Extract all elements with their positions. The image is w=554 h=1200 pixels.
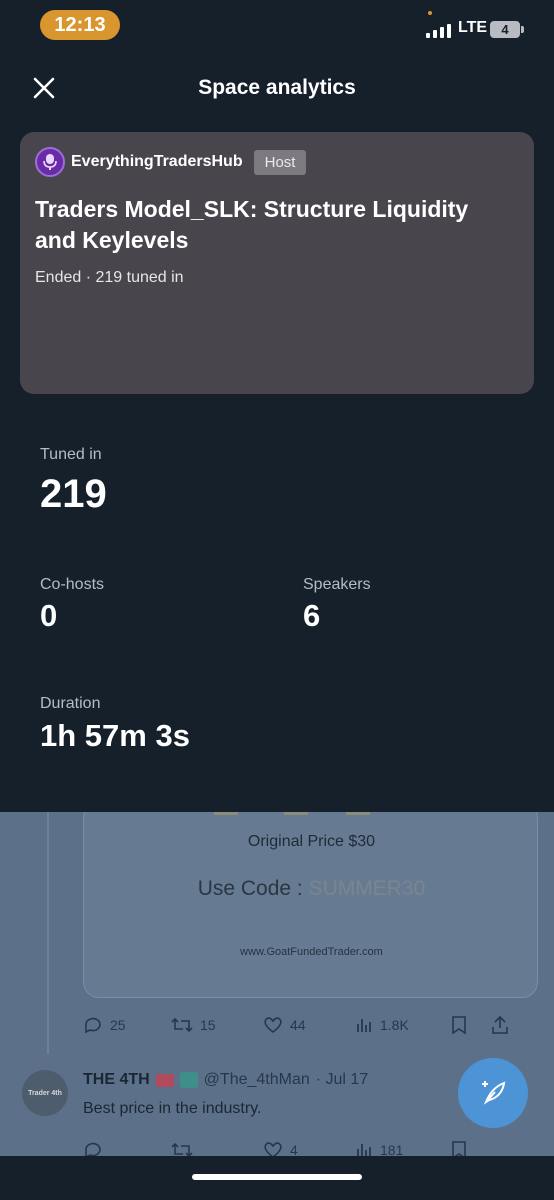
reply-button[interactable]: 25 — [83, 1015, 171, 1035]
battery-tip — [521, 26, 524, 33]
space-card[interactable]: EverythingTradersHub Host Traders Model_… — [20, 132, 534, 394]
mic-indicator-dot — [428, 11, 432, 15]
views-icon — [357, 1019, 371, 1032]
tweet-author-name[interactable]: THE 4TH — [83, 1071, 150, 1089]
cohosts-value: 0 — [40, 598, 58, 633]
retweet-count: 15 — [200, 1017, 216, 1033]
tweet-actions: 25 15 44 1.8K — [83, 1015, 533, 1035]
retweet-button[interactable]: 15 — [171, 1016, 263, 1034]
cohosts-label: Co-hosts — [40, 576, 105, 593]
promo-code-label: Use Code : — [197, 877, 303, 900]
page-title: Space analytics — [198, 76, 356, 99]
promo-graphic — [214, 812, 238, 815]
speakers-value: 6 — [303, 598, 321, 633]
tweet-header: THE 4TH @The_4thMan · Jul 17 — [83, 1071, 368, 1089]
promo-original-price: Original Price $30 — [247, 833, 376, 850]
signal-icon — [426, 22, 451, 38]
promo-url: www.GoatFundedTrader.com — [240, 946, 383, 958]
host-row: EverythingTradersHub Host — [35, 147, 307, 177]
promo-code-line: Use Code : SUMMER30 — [84, 877, 539, 901]
microphone-icon — [43, 154, 57, 170]
retweet-icon — [171, 1017, 193, 1033]
background-timeline: Original Price $30 Use Code : SUMMER30 w… — [0, 812, 554, 1200]
speakers-label: Speakers — [303, 576, 371, 593]
host-badge: Host — [253, 149, 307, 175]
battery-icon: 4 — [490, 21, 520, 38]
like-count: 44 — [290, 1017, 306, 1033]
promo-graphic — [346, 812, 370, 815]
compose-button[interactable] — [458, 1058, 528, 1128]
space-title: Traders Model_SLK: Structure Liquidity a… — [35, 196, 469, 253]
bookmark-button[interactable] — [451, 1015, 491, 1035]
home-indicator[interactable] — [192, 1174, 362, 1180]
tweet-avatar[interactable]: Trader 4th — [22, 1070, 68, 1116]
share-icon — [492, 1015, 508, 1034]
duration-value: 1h 57m 3s — [40, 718, 190, 753]
host-name[interactable]: EverythingTradersHub — [71, 153, 243, 171]
like-button[interactable]: 44 — [263, 1016, 355, 1034]
promo-code: SUMMER30 — [308, 877, 426, 900]
tweet-handle[interactable]: @The_4thMan — [204, 1071, 310, 1089]
tweet-date: · Jul 17 — [315, 1071, 369, 1088]
share-button[interactable] — [491, 1015, 509, 1035]
promo-graphic — [284, 812, 308, 815]
heart-icon — [264, 1017, 282, 1034]
network-label: LTE — [458, 19, 488, 36]
duration-label: Duration — [40, 695, 101, 712]
tuned-in-value: 219 — [40, 472, 107, 516]
flag-icon — [155, 1073, 174, 1087]
promo-image[interactable]: Original Price $30 Use Code : SUMMER30 w… — [83, 812, 538, 998]
bookmark-icon — [452, 1016, 466, 1035]
host-avatar[interactable] — [35, 147, 65, 177]
tuned-in-label: Tuned in — [40, 446, 102, 463]
reply-icon — [85, 1017, 101, 1034]
thread-line — [47, 812, 49, 1054]
views-button[interactable]: 1.8K — [355, 1016, 451, 1034]
space-meta: Ended · 219 tuned in — [35, 269, 184, 286]
reply-count: 25 — [110, 1017, 126, 1033]
compose-feather-icon — [482, 1081, 506, 1105]
status-time: 12:13 — [40, 10, 120, 40]
tweet-text: Best price in the industry. — [83, 1100, 262, 1117]
views-count: 1.8K — [380, 1017, 409, 1033]
badge-icon — [179, 1072, 198, 1088]
status-bar: 12:13 LTE 4 — [0, 0, 554, 52]
